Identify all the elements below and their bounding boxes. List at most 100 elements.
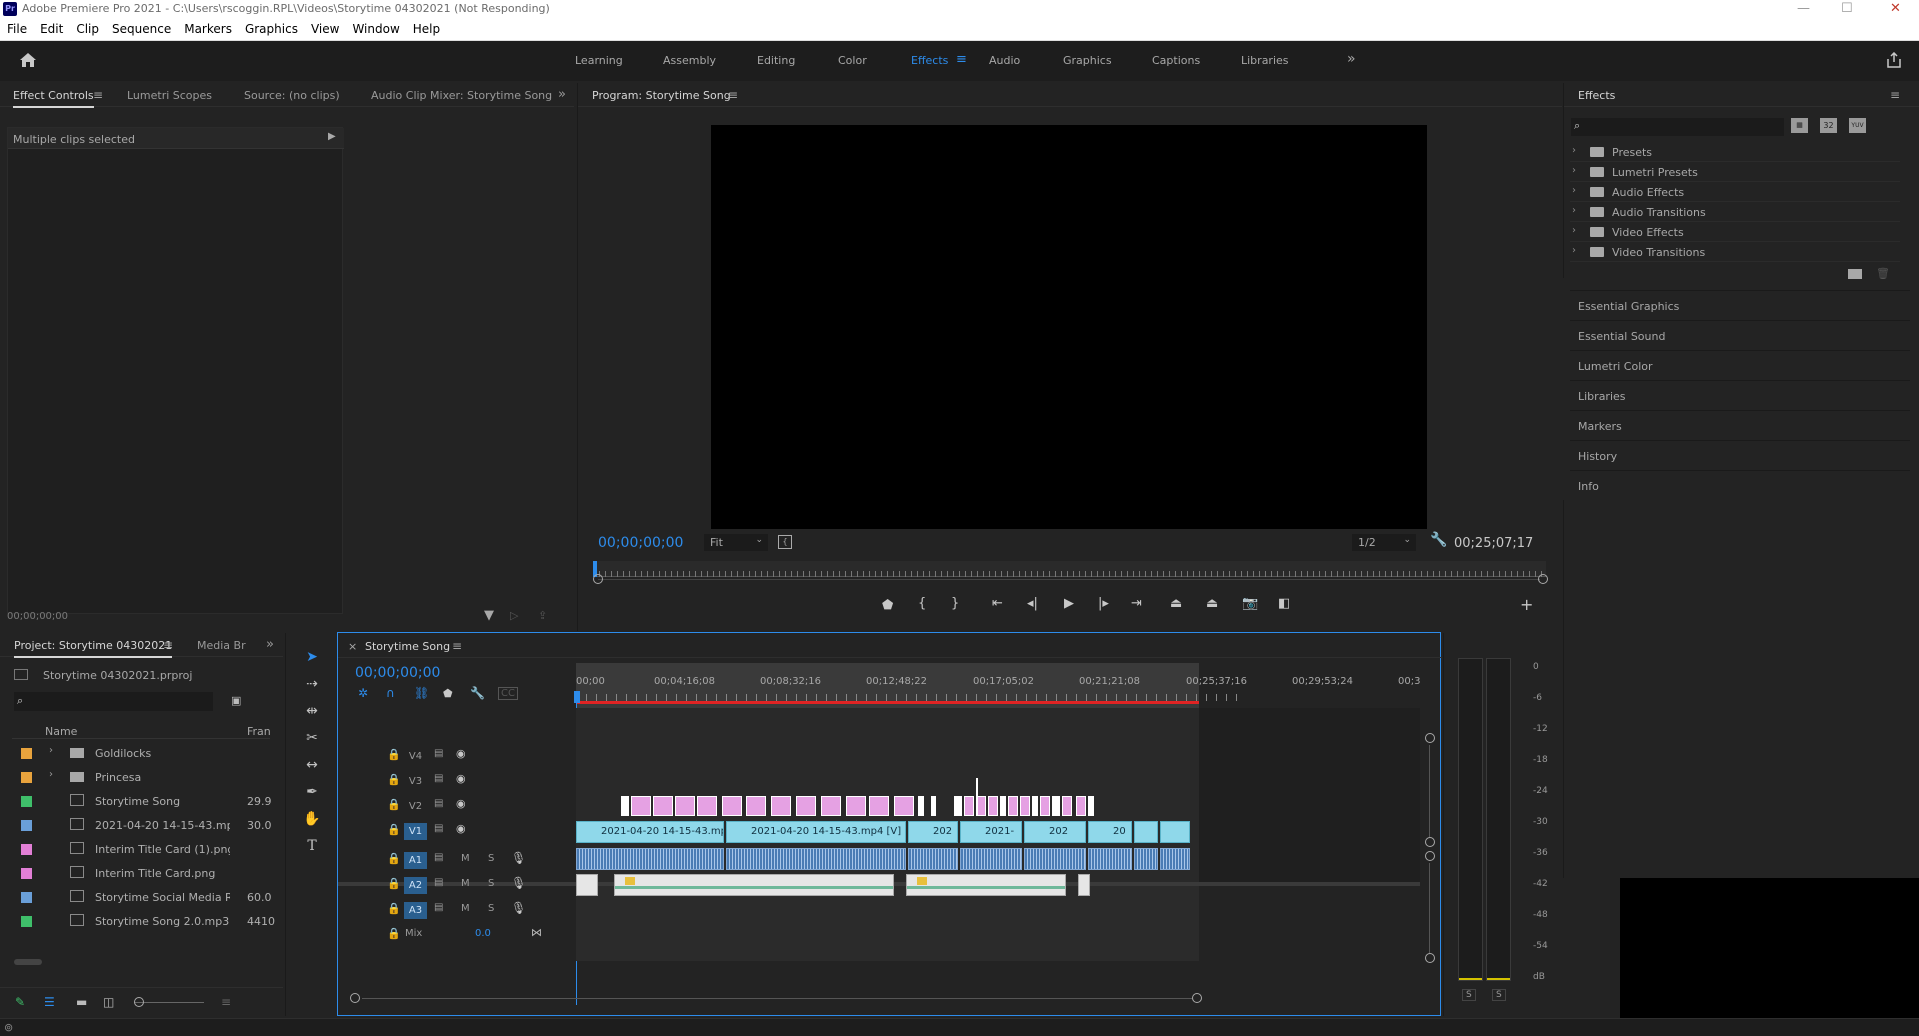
sync-lock-icon[interactable]: ▤ bbox=[434, 823, 443, 834]
extract-icon[interactable]: ⏏ bbox=[1206, 596, 1218, 611]
title-clip[interactable] bbox=[894, 796, 914, 816]
captions-icon[interactable]: CC bbox=[498, 687, 518, 700]
export-icon[interactable]: ⇪ bbox=[538, 609, 547, 622]
chevron-right-icon[interactable]: › bbox=[49, 745, 53, 756]
fit-dropdown[interactable]: Fit ⌄ bbox=[704, 534, 768, 551]
tab-effect-controls[interactable]: Effect Controls bbox=[13, 89, 94, 108]
audio-clip[interactable] bbox=[960, 848, 1022, 870]
title-clip[interactable] bbox=[631, 796, 651, 816]
mute-button[interactable]: M bbox=[461, 853, 470, 864]
yuv-effects-icon[interactable]: YUV bbox=[1849, 118, 1866, 133]
h-zoom-handle-left[interactable] bbox=[350, 993, 360, 1003]
v-zoom-handle-bottom[interactable] bbox=[1425, 837, 1435, 847]
eye-icon[interactable]: ◉ bbox=[456, 822, 466, 835]
video-clip[interactable]: 2021- bbox=[960, 821, 1022, 843]
effects-item-video-transitions[interactable]: › Video Transitions bbox=[1570, 242, 1900, 262]
menu-edit[interactable]: Edit bbox=[33, 18, 69, 36]
title-clip[interactable] bbox=[821, 796, 841, 816]
menu-sequence[interactable]: Sequence bbox=[105, 18, 177, 36]
razor-tool-icon[interactable]: ✂ bbox=[301, 727, 323, 749]
a-zoom-handle-bottom[interactable] bbox=[1425, 953, 1435, 963]
a-zoom-handle-top[interactable] bbox=[1425, 851, 1435, 861]
menu-file[interactable]: File bbox=[0, 18, 33, 36]
add-marker-icon[interactable]: ⬟ bbox=[882, 598, 893, 613]
audio-clip[interactable] bbox=[1160, 848, 1190, 870]
effects-panel-title[interactable]: Effects bbox=[1578, 89, 1615, 102]
workspace-effects[interactable]: Effects bbox=[911, 54, 948, 67]
delete-icon[interactable]: 🗑 bbox=[1876, 267, 1890, 280]
home-icon[interactable] bbox=[19, 52, 37, 68]
sync-lock-icon[interactable]: ▤ bbox=[434, 773, 443, 784]
menu-window[interactable]: Window bbox=[345, 18, 405, 36]
eye-icon[interactable]: ◉ bbox=[456, 797, 466, 810]
tab-media-browser[interactable]: Media Br bbox=[197, 639, 246, 652]
panel-markers[interactable]: Markers bbox=[1570, 410, 1910, 439]
audio-clip[interactable] bbox=[1088, 848, 1132, 870]
zoom-slider[interactable] bbox=[134, 1002, 204, 1003]
audio-clip[interactable] bbox=[726, 848, 906, 870]
zoom-slider-handle[interactable] bbox=[134, 997, 144, 1007]
safe-margin-icon[interactable]: { bbox=[778, 535, 792, 549]
audio-clip[interactable] bbox=[906, 874, 1066, 896]
lock-icon[interactable]: 🔒 bbox=[387, 798, 401, 811]
close-button[interactable]: ✕ bbox=[1890, 1, 1901, 16]
mark-in-icon[interactable]: { bbox=[918, 596, 926, 611]
timeline-menu-icon[interactable]: ≡ bbox=[452, 639, 462, 653]
share-icon[interactable] bbox=[1886, 52, 1902, 68]
program-monitor-title[interactable]: Program: Storytime Song bbox=[592, 89, 731, 102]
icon-view-icon[interactable]: ▬ bbox=[76, 995, 87, 1009]
project-item-storytime-song[interactable]: Storytime Song 29.9 bbox=[12, 789, 272, 813]
workspace-editing[interactable]: Editing bbox=[757, 54, 795, 67]
program-timecode[interactable]: 00;00;00;00 bbox=[598, 535, 683, 551]
program-menu-icon[interactable]: ≡ bbox=[728, 88, 738, 102]
solo-button[interactable]: S bbox=[488, 853, 494, 864]
button-editor-icon[interactable]: + bbox=[1520, 595, 1533, 614]
audio-clip[interactable] bbox=[1134, 848, 1158, 870]
title-clip[interactable] bbox=[722, 796, 742, 816]
sort-icon[interactable]: ≡ bbox=[221, 995, 231, 1009]
workspace-assembly[interactable]: Assembly bbox=[663, 54, 716, 67]
effects-item-presets[interactable]: › Presets bbox=[1570, 142, 1900, 162]
program-video-canvas[interactable] bbox=[711, 125, 1427, 529]
clip[interactable] bbox=[918, 796, 924, 816]
menu-view[interactable]: View bbox=[304, 18, 345, 36]
settings-wrench-icon[interactable]: 🔧 bbox=[1430, 532, 1447, 548]
work-area-bar[interactable] bbox=[576, 701, 1199, 704]
clip[interactable] bbox=[1032, 796, 1038, 816]
video-clip[interactable]: 202 bbox=[1024, 821, 1086, 843]
workspace-graphics[interactable]: Graphics bbox=[1063, 54, 1112, 67]
project-item-princesa[interactable]: › Princesa bbox=[12, 765, 270, 789]
video-clip[interactable] bbox=[1160, 821, 1190, 843]
mix-value[interactable]: 0.0 bbox=[475, 928, 491, 939]
panel-menu-icon[interactable]: ≡ bbox=[93, 88, 103, 102]
sync-lock-icon[interactable]: ▤ bbox=[434, 748, 443, 759]
effects-item-video-effects[interactable]: › Video Effects bbox=[1570, 222, 1900, 242]
column-frame-rate[interactable]: Fran bbox=[247, 725, 271, 738]
export-frame-icon[interactable]: 📷 bbox=[1242, 596, 1258, 611]
audio-clip[interactable] bbox=[576, 874, 598, 896]
project-item-video-mp4[interactable]: 2021-04-20 14-15-43.mp4 30.0 bbox=[12, 813, 272, 837]
selection-tool-icon[interactable]: ➤ bbox=[301, 646, 323, 668]
title-clip[interactable] bbox=[796, 796, 816, 816]
tab-project[interactable]: Project: Storytime 04302021 bbox=[14, 639, 173, 658]
effects-item-audio-transitions[interactable]: › Audio Transitions bbox=[1570, 202, 1900, 222]
playhead-handle[interactable] bbox=[574, 691, 580, 703]
video-clip[interactable]: 2021-04-20 14-15-43.mp4 [V] bbox=[726, 821, 906, 843]
accelerated-effects-icon[interactable]: ▦ bbox=[1791, 118, 1808, 133]
title-clip[interactable] bbox=[964, 796, 974, 816]
title-clip[interactable] bbox=[1062, 796, 1072, 816]
project-item-title-card-1[interactable]: Interim Title Card (1).png bbox=[12, 837, 270, 861]
video-clip[interactable]: 20 bbox=[1088, 821, 1132, 843]
video-clip[interactable]: 202 bbox=[908, 821, 958, 843]
title-clip[interactable] bbox=[988, 796, 998, 816]
video-clip[interactable] bbox=[1134, 821, 1158, 843]
project-item-title-card[interactable]: Interim Title Card.png bbox=[12, 861, 270, 885]
step-back-icon[interactable]: ◂| bbox=[1027, 596, 1038, 611]
mute-button[interactable]: M bbox=[461, 903, 470, 914]
program-scrub-bar[interactable] bbox=[593, 561, 1546, 577]
h-zoom-handle-right[interactable] bbox=[1192, 993, 1202, 1003]
title-clip[interactable] bbox=[1008, 796, 1018, 816]
lock-icon[interactable]: 🔒 bbox=[387, 877, 401, 890]
solo-left-button[interactable]: S bbox=[1462, 989, 1476, 1001]
panel-info[interactable]: Info bbox=[1570, 470, 1910, 499]
